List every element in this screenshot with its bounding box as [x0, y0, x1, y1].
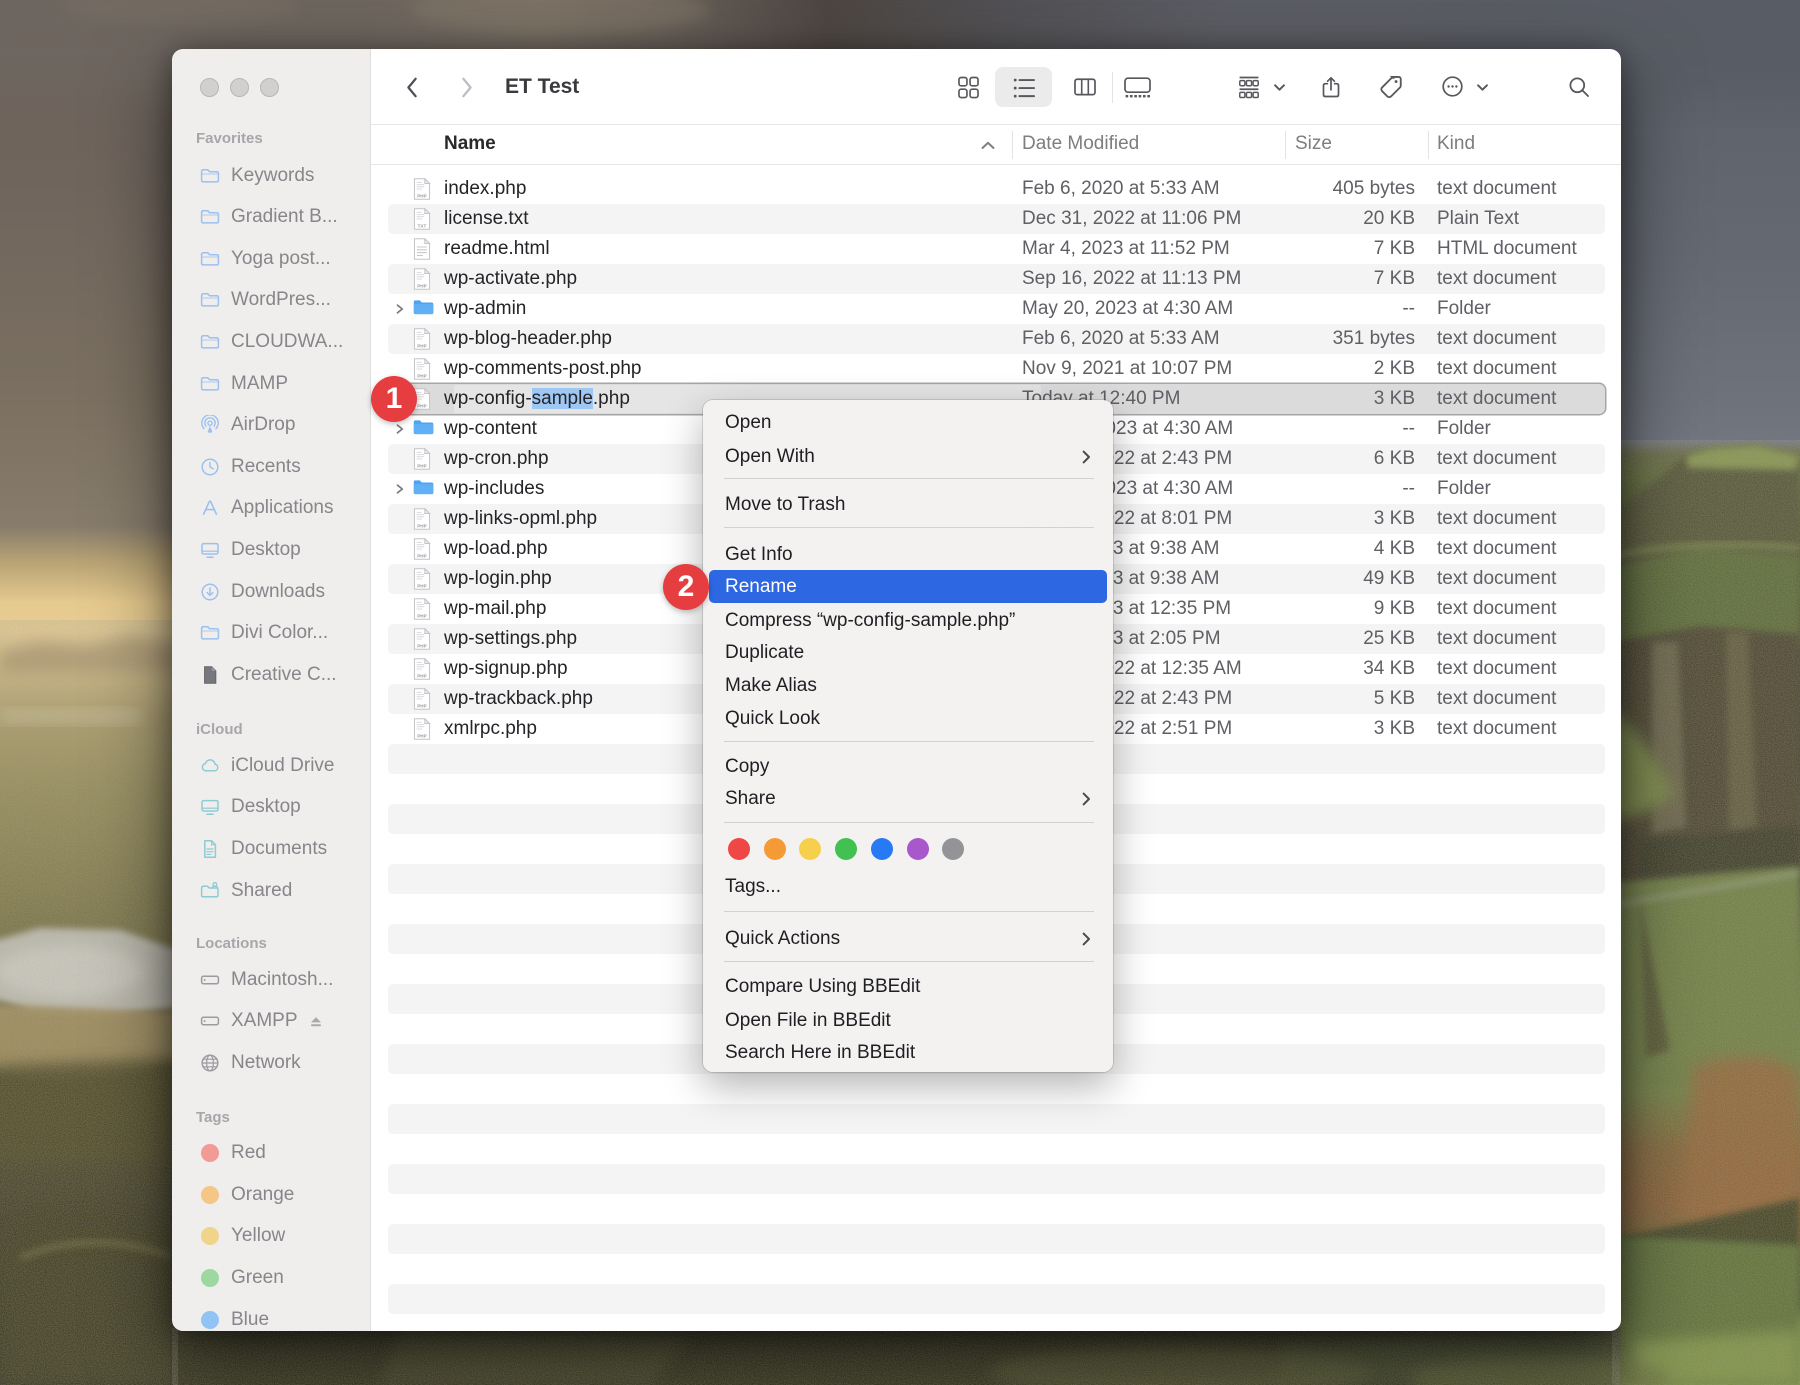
svg-text:PHP: PHP: [417, 464, 426, 469]
svg-text:PHP: PHP: [417, 284, 426, 289]
svg-text:PHP: PHP: [417, 614, 426, 619]
svg-text:PHP: PHP: [417, 554, 426, 559]
svg-text:PHP: PHP: [417, 674, 426, 679]
svg-text:PHP: PHP: [417, 194, 426, 199]
svg-text:PHP: PHP: [417, 374, 426, 379]
svg-text:PHP: PHP: [417, 644, 426, 649]
svg-text:PHP: PHP: [417, 584, 426, 589]
svg-text:PHP: PHP: [417, 734, 426, 739]
svg-text:PHP: PHP: [417, 704, 426, 709]
svg-text:PHP: PHP: [417, 344, 426, 349]
svg-text:TXT: TXT: [418, 224, 427, 229]
svg-text:PHP: PHP: [417, 404, 426, 409]
svg-text:PHP: PHP: [417, 524, 426, 529]
